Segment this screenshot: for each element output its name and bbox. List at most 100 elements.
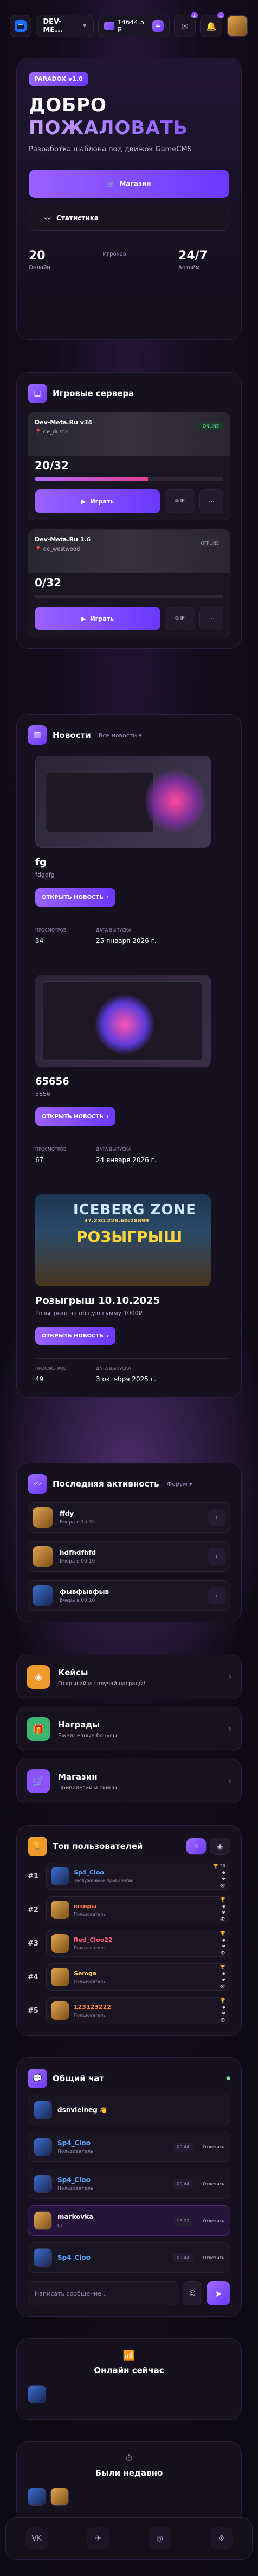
rank: #5 xyxy=(28,2006,38,2015)
date-value: 25 января 2026 г. xyxy=(96,937,157,945)
open-news-button[interactable]: ОТКРЫТЬ НОВОСТЬ › xyxy=(35,1107,116,1126)
play-button[interactable]: ▶ Играть xyxy=(35,607,160,630)
table-row[interactable]: #3 Red_Cloo22 Пользователь 🏆 ◆ ❤ 👁 xyxy=(28,1930,230,1957)
filter-donate-button[interactable]: ♕ xyxy=(186,1838,207,1855)
news-image[interactable] xyxy=(35,975,211,1067)
shop-icon: 🛒 xyxy=(27,1769,50,1793)
all-news-link[interactable]: Все новости ▾ xyxy=(99,732,142,739)
message-text: Пользователь xyxy=(57,2149,94,2154)
site-name: DEV-ME... xyxy=(43,18,63,34)
message-time: 00:44 xyxy=(173,2253,194,2262)
user-avatar[interactable] xyxy=(226,15,249,37)
table-row[interactable]: #2 юзеры Пользователь 🏆 ◆ ❤ 👁 xyxy=(28,1896,230,1923)
table-row[interactable]: #5 123123222 Пользователь 🏆 ◆ ❤ 👁 xyxy=(28,1997,230,2024)
list-item[interactable]: ffdy Вчера в 15:35 › xyxy=(28,1502,230,1533)
avatar xyxy=(34,2248,52,2267)
copy-icon: ⧉ xyxy=(175,616,179,621)
activity-title: Последняя активность xyxy=(53,1479,159,1489)
avatar[interactable] xyxy=(50,2488,69,2506)
chevron-right-icon[interactable]: › xyxy=(208,1509,225,1526)
user-stats: 🏆 ◆ ❤ 👁 xyxy=(220,1998,225,2023)
activity-user: hdfhdfhfd xyxy=(60,1549,96,1557)
play-button[interactable]: ▶ Играть xyxy=(35,489,160,513)
server-status-badge: OFFLINE xyxy=(196,539,223,547)
news-image[interactable] xyxy=(35,756,211,848)
shop-button[interactable]: 🛒 Магазин xyxy=(29,170,229,198)
activity-tab-forum[interactable]: Форум ▾ xyxy=(167,1481,192,1488)
server-player-count: 20/32 xyxy=(35,459,69,472)
stat-label: Онлайн xyxy=(29,265,50,271)
site-switcher-button[interactable]: DEV-ME... ▼ xyxy=(36,15,94,37)
discord-icon[interactable]: ◎ xyxy=(148,2527,171,2550)
vk-icon[interactable]: VK xyxy=(25,2527,48,2550)
user-role: Пользователь xyxy=(74,1912,106,1917)
chevron-right-icon[interactable]: › xyxy=(208,1587,225,1604)
news-image[interactable]: ICEBERG ZONE 37.230.228.60:28899 РОЗЫГРЫ… xyxy=(35,1194,211,1286)
steam-icon[interactable]: ⚙ xyxy=(210,2527,233,2550)
hero-subtitle: Разработка шаблона под движок GameCMS xyxy=(29,145,192,154)
site-logo[interactable] xyxy=(10,15,32,37)
recent-panel: ⏱ Были недавно xyxy=(16,2441,242,2523)
filter-activity-button[interactable]: ◉ xyxy=(210,1838,230,1855)
stats-button[interactable]: 〰 Статистика xyxy=(29,206,229,231)
telegram-icon[interactable]: ✈ xyxy=(87,2527,110,2550)
list-item[interactable]: hdfhdfhfd Вчера в 00:16 › xyxy=(28,1541,230,1572)
chat-icon: 💬 xyxy=(28,2069,47,2088)
news-item-title: fg xyxy=(35,857,47,868)
cart-icon: 🛒 xyxy=(107,180,115,188)
server-map: 📍 de_dust2 xyxy=(35,429,68,435)
chat-input[interactable]: Написать сообщение... xyxy=(28,2281,178,2305)
avatar xyxy=(34,2175,52,2193)
add-funds-button[interactable]: + xyxy=(152,20,164,32)
server-status-badge: ONLINE xyxy=(198,422,223,430)
user-stats: 🏆 20 ◆ ❤ 👁 xyxy=(213,1864,225,1888)
copy-ip-button[interactable]: ⧉ IP xyxy=(165,607,195,630)
recent-title: Были недавно xyxy=(95,2468,163,2478)
avatar xyxy=(34,2138,52,2156)
avatar xyxy=(34,2101,52,2119)
messages-button[interactable]: ✉ 1 xyxy=(173,12,198,37)
cases-tile[interactable]: ◈ Кейсы Открывай и получай награды! › xyxy=(16,1655,242,1699)
table-row[interactable]: #4 Semga Пользователь 🏆 ◆ ❤ 👁 xyxy=(28,1963,230,1991)
servers-title: Игровые сервера xyxy=(53,388,134,398)
message-text: dj xyxy=(57,2223,62,2228)
copy-ip-button[interactable]: ⧉ IP xyxy=(165,489,195,513)
reply-button[interactable]: Ответить xyxy=(203,2218,224,2223)
avatar[interactable] xyxy=(28,2385,46,2403)
stat-online: 20 Онлайн xyxy=(29,249,50,271)
chat-message: Sp4_Cloo Пользователь 00:44 Ответить xyxy=(28,2169,230,2199)
shop-tile[interactable]: 🛒 Магазин Привилегии и скины › xyxy=(16,1759,242,1803)
send-button[interactable]: ➤ xyxy=(207,2281,230,2305)
clock-icon: ⏱ xyxy=(125,2453,133,2463)
table-row[interactable]: #1 Sp4_Cloo Заслуженные привилегии 🏆 20 ◆ ❤ … xyxy=(28,1863,230,1890)
server-more-button[interactable]: ⋯ xyxy=(199,607,223,630)
server-load-bar xyxy=(35,595,223,598)
reply-button[interactable]: Ответить xyxy=(203,2255,224,2260)
tile-title: Магазин xyxy=(58,1771,98,1782)
version-tag: PARADOX v1.0 xyxy=(29,72,88,86)
user-name: Semga xyxy=(74,1970,97,1977)
server-icon: ▤ xyxy=(28,384,47,403)
balance-widget[interactable]: 14644.5 ₽ + xyxy=(98,15,170,37)
list-item[interactable]: фывфывфыв Вчера в 00:16 › xyxy=(28,1580,230,1611)
rewards-tile[interactable]: 🎁 Награды Ежедневные бонусы › xyxy=(16,1707,242,1751)
reply-button[interactable]: Ответить xyxy=(203,2145,224,2150)
server-card[interactable]: Dev-Meta.Ru 1.6 📍 de_westwood OFFLINE 0/… xyxy=(28,529,230,637)
open-news-button[interactable]: ОТКРЫТЬ НОВОСТЬ › xyxy=(35,1327,116,1345)
news-item-desc: Розыгрыш на общую сумму 1000₽ xyxy=(35,1310,143,1317)
news-item-desc: 5656 xyxy=(35,1091,50,1098)
rank: #4 xyxy=(28,1973,38,1981)
date-label: ДАТА ВЫПУСКА xyxy=(96,1366,131,1371)
avatar xyxy=(51,1901,69,1919)
notifications-button[interactable]: 🔔 1 xyxy=(200,12,224,37)
reply-button[interactable]: Ответить xyxy=(203,2182,224,2186)
open-news-button[interactable]: ОТКРЫТЬ НОВОСТЬ › xyxy=(35,888,116,907)
news-icon: ▦ xyxy=(28,725,47,745)
avatar[interactable] xyxy=(28,2488,46,2506)
server-card[interactable]: Dev-Meta.Ru v34 📍 de_dust2 ONLINE 20/32 … xyxy=(28,412,230,520)
server-more-button[interactable]: ⋯ xyxy=(199,489,223,513)
stat-players: Игроков xyxy=(102,249,126,271)
chevron-right-icon[interactable]: › xyxy=(208,1548,225,1565)
user-role: Пользователь xyxy=(74,1946,106,1950)
emoji-button[interactable]: ☺ xyxy=(183,2281,202,2305)
